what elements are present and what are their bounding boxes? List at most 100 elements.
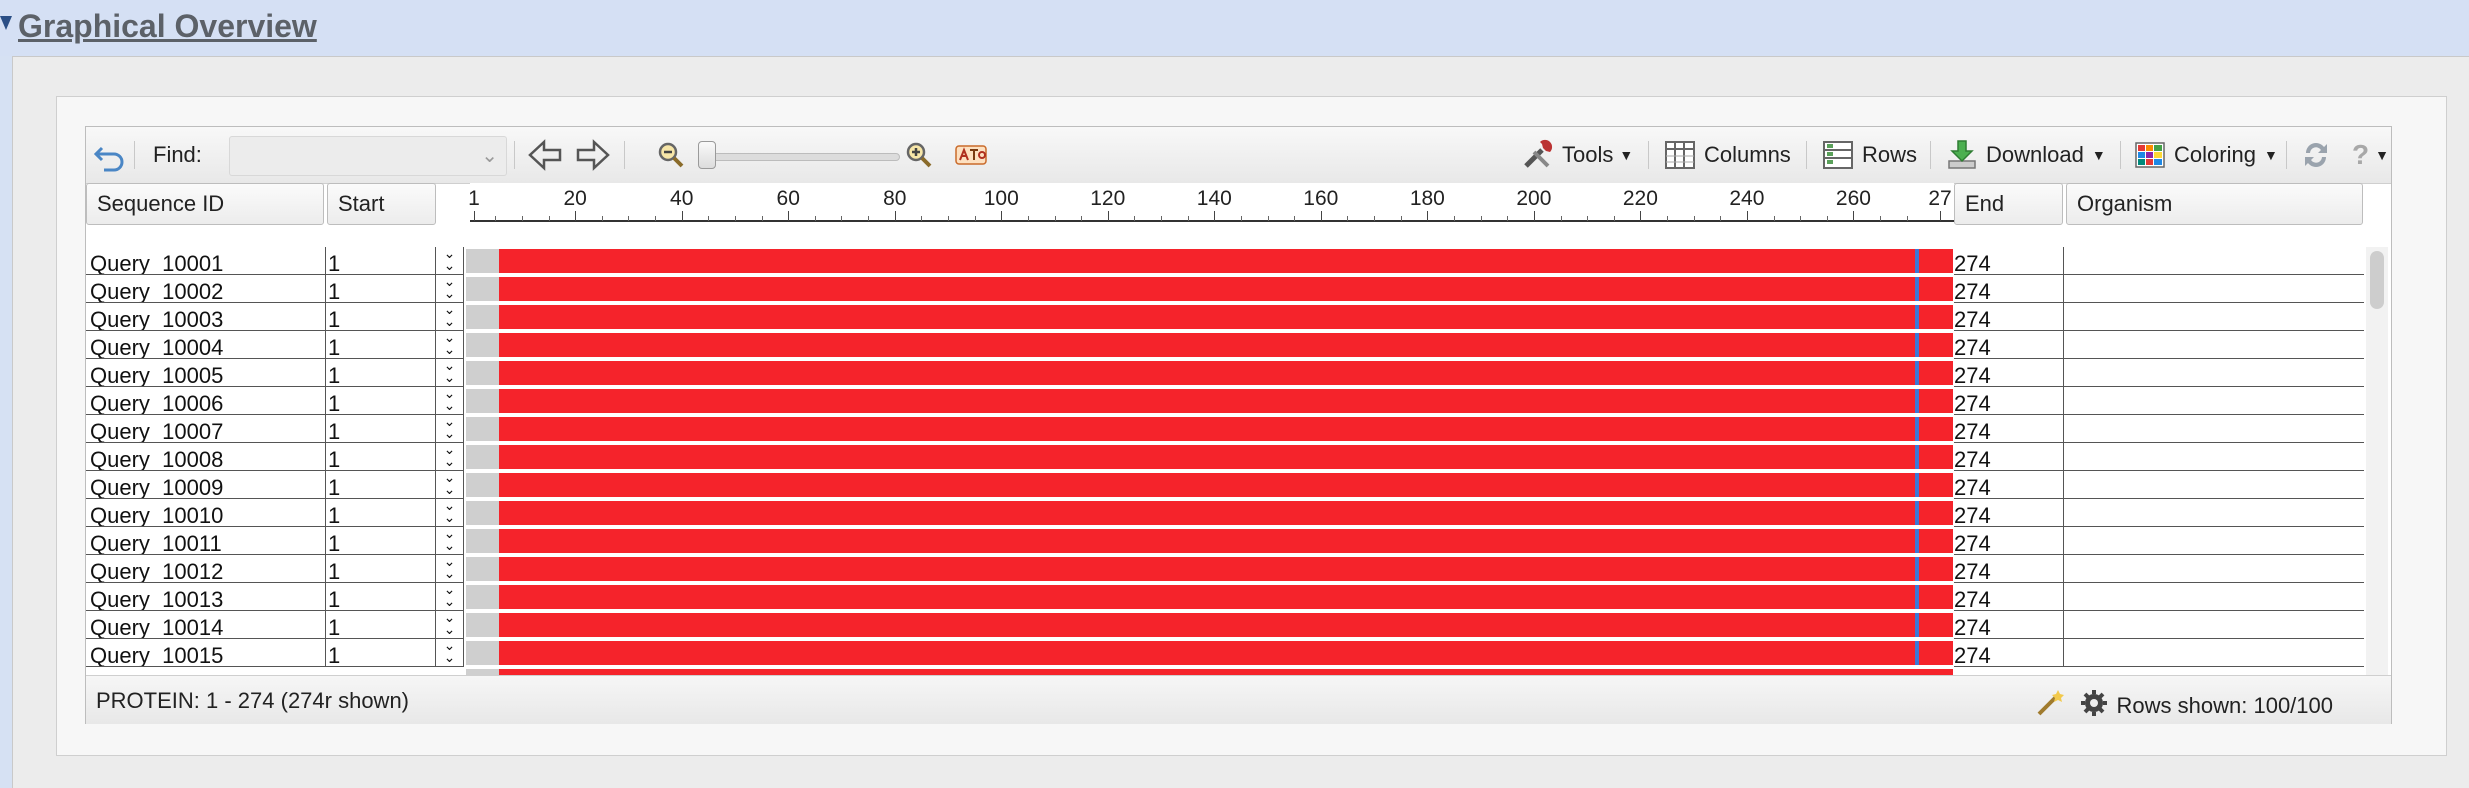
expand-row-icon[interactable]: ⌄ ⌄ (436, 359, 464, 387)
sequence-id-cell[interactable]: Query_10013 (86, 583, 326, 611)
alignment-match-segment (499, 641, 1953, 665)
vertical-scrollbar-thumb[interactable] (2370, 251, 2384, 309)
table-row[interactable]: Query_10013 1 ⌄ ⌄ 274 (86, 583, 2391, 611)
table-row[interactable]: Query_10009 1 ⌄ ⌄ 274 (86, 471, 2391, 499)
sequence-id-cell[interactable]: Query_10011 (86, 527, 326, 555)
sequence-id-cell[interactable]: Query_10002 (86, 275, 326, 303)
edit-wand-icon[interactable] (2035, 688, 2065, 724)
expand-row-icon[interactable]: ⌄ ⌄ (436, 527, 464, 555)
zoom-out-button[interactable] (656, 127, 686, 183)
expand-row-icon[interactable]: ⌄ ⌄ (436, 331, 464, 359)
expand-row-icon[interactable]: ⌄ ⌄ (436, 303, 464, 331)
show-residues-button[interactable] (954, 127, 988, 183)
alignment-bar[interactable] (466, 443, 1953, 471)
sequence-id-cell[interactable]: Query_10006 (86, 387, 326, 415)
table-row[interactable]: Query_10011 1 ⌄ ⌄ 274 (86, 527, 2391, 555)
tools-menu-button[interactable]: Tools ▼ (1522, 127, 1633, 183)
refresh-button[interactable] (2300, 127, 2332, 183)
table-row[interactable]: Query_10006 1 ⌄ ⌄ 274 (86, 387, 2391, 415)
alignment-match-segment (499, 361, 1953, 385)
previous-match-button[interactable] (526, 127, 564, 183)
expand-row-icon[interactable]: ⌄ ⌄ (436, 583, 464, 611)
alignment-bar[interactable] (466, 583, 1953, 611)
alignment-bar[interactable] (466, 247, 1953, 275)
help-menu-button[interactable]: ? ▼ (2352, 127, 2389, 183)
alignment-bar[interactable] (466, 499, 1953, 527)
expand-row-icon[interactable]: ⌄ ⌄ (436, 415, 464, 443)
zoom-slider-track[interactable] (698, 153, 900, 161)
alignment-bar[interactable] (466, 611, 1953, 639)
table-row[interactable]: Query_10015 1 ⌄ ⌄ 274 (86, 639, 2391, 667)
table-row[interactable]: Query_10002 1 ⌄ ⌄ 274 (86, 275, 2391, 303)
sequence-range-status: PROTEIN: 1 - 274 (274r shown) (96, 688, 410, 713)
download-menu-button[interactable]: Download ▼ (1946, 127, 2106, 183)
sequence-id-cell[interactable]: Query_10009 (86, 471, 326, 499)
table-row[interactable]: Query_10001 1 ⌄ ⌄ 274 (86, 247, 2391, 275)
column-header-end[interactable]: End (1954, 183, 2063, 225)
expand-row-icon[interactable]: ⌄ ⌄ (436, 275, 464, 303)
table-row[interactable]: Query_10014 1 ⌄ ⌄ 274 (86, 611, 2391, 639)
alignment-bar[interactable] (466, 415, 1953, 443)
chevron-down-icon[interactable]: ⌄ (481, 143, 498, 168)
table-row[interactable]: Query_10007 1 ⌄ ⌄ 274 (86, 415, 2391, 443)
alignment-gap-segment (466, 389, 499, 413)
column-header-start[interactable]: Start (327, 183, 436, 225)
find-combobox[interactable]: ⌄ (229, 136, 507, 176)
sequence-id-cell[interactable]: Query_10007 (86, 415, 326, 443)
download-label: Download (1986, 142, 2084, 167)
expand-row-icon[interactable]: ⌄ ⌄ (436, 387, 464, 415)
alignment-bar[interactable] (466, 359, 1953, 387)
vertical-scrollbar[interactable] (2366, 247, 2388, 675)
expand-row-icon[interactable]: ⌄ ⌄ (436, 611, 464, 639)
ruler-minor-tick (734, 216, 736, 221)
alignment-bar[interactable] (466, 331, 1953, 359)
table-row[interactable]: Query_10004 1 ⌄ ⌄ 274 (86, 331, 2391, 359)
sequence-id-cell[interactable]: Query_10003 (86, 303, 326, 331)
ruler-minor-tick (1800, 216, 1802, 221)
expand-row-icon[interactable]: ⌄ ⌄ (436, 443, 464, 471)
zoom-slider-handle[interactable] (698, 141, 716, 169)
alignment-bar[interactable] (466, 471, 1953, 499)
sequence-id-cell[interactable]: Query_10010 (86, 499, 326, 527)
alignment-bar[interactable] (466, 639, 1953, 667)
sequence-id-cell[interactable]: Query_10008 (86, 443, 326, 471)
column-header-sequence-id[interactable]: Sequence ID (86, 183, 324, 225)
ruler-minor-tick (1693, 216, 1695, 221)
section-header[interactable]: Graphical Overview (0, 0, 2469, 56)
expand-row-icon[interactable]: ⌄ ⌄ (436, 555, 464, 583)
alignment-gap-segment (466, 361, 499, 385)
table-row[interactable]: Query_10012 1 ⌄ ⌄ 274 (86, 555, 2391, 583)
zoom-in-button[interactable] (904, 127, 934, 183)
rows-menu-button[interactable]: Rows (1822, 127, 1917, 183)
alignment-bar[interactable] (466, 387, 1953, 415)
alignment-bar[interactable] (466, 555, 1953, 583)
alignment-match-segment (499, 501, 1953, 525)
expand-row-icon[interactable]: ⌄ ⌄ (436, 247, 464, 275)
alignment-bar[interactable] (466, 527, 1953, 555)
expand-row-icon[interactable]: ⌄ ⌄ (436, 499, 464, 527)
alignment-bar[interactable] (466, 303, 1953, 331)
next-match-button[interactable] (574, 127, 612, 183)
columns-menu-button[interactable]: Columns (1664, 127, 1791, 183)
expand-row-icon[interactable]: ⌄ ⌄ (436, 471, 464, 499)
sequence-id-cell[interactable]: Query_10015 (86, 639, 326, 667)
sequence-id-cell[interactable]: Query_10005 (86, 359, 326, 387)
ruler-minor-tick (761, 216, 763, 221)
sequence-id-cell[interactable]: Query_10004 (86, 331, 326, 359)
collapse-triangle-icon[interactable] (0, 16, 12, 30)
table-row[interactable]: Query_10008 1 ⌄ ⌄ 274 (86, 443, 2391, 471)
sequence-id-cell[interactable]: Query_10012 (86, 555, 326, 583)
table-row[interactable]: Query_10005 1 ⌄ ⌄ 274 (86, 359, 2391, 387)
alignment-bar[interactable] (466, 275, 1953, 303)
expand-row-icon[interactable]: ⌄ ⌄ (436, 639, 464, 667)
alignment-match-segment (499, 557, 1953, 581)
table-row[interactable]: Query_10003 1 ⌄ ⌄ 274 (86, 303, 2391, 331)
section-title[interactable]: Graphical Overview (18, 8, 317, 45)
settings-gear-icon[interactable] (2079, 688, 2109, 724)
sequence-id-cell[interactable]: Query_10001 (86, 247, 326, 275)
column-header-organism[interactable]: Organism (2066, 183, 2363, 225)
undo-button[interactable] (92, 127, 126, 183)
sequence-id-cell[interactable]: Query_10014 (86, 611, 326, 639)
table-row[interactable]: Query_10010 1 ⌄ ⌄ 274 (86, 499, 2391, 527)
coloring-menu-button[interactable]: Coloring ▼ (2134, 127, 2278, 183)
